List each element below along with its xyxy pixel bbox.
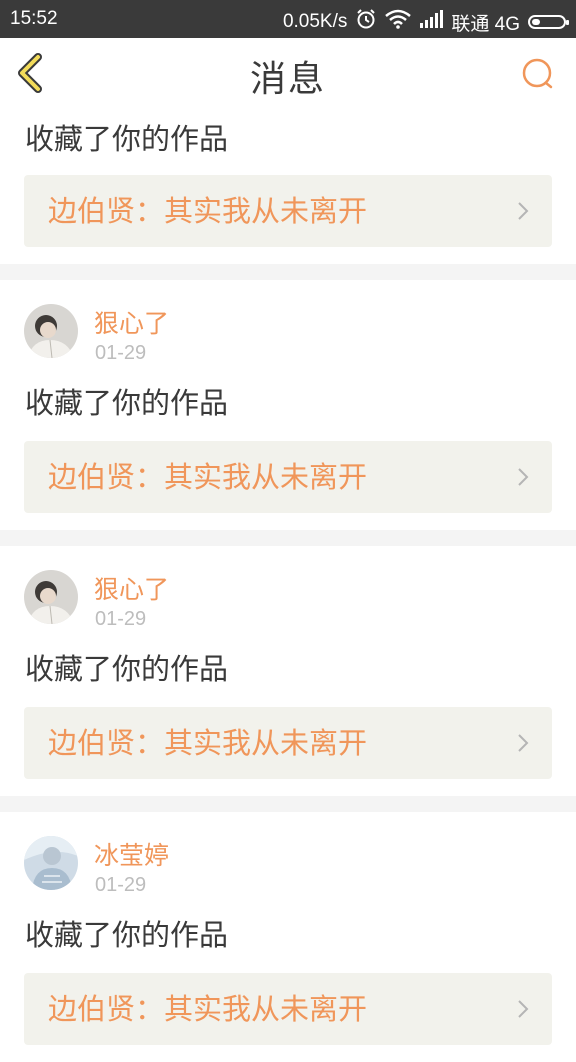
status-bar: 15:52 0.05K/s 联通 4G <box>0 0 576 38</box>
message-header: 狠心了 01-29 <box>0 546 576 641</box>
message-date: 01-29 <box>95 874 147 896</box>
message-action-text: 收藏了你的作品 <box>25 918 229 952</box>
chevron-right-icon <box>518 468 529 486</box>
battery-icon <box>528 15 569 29</box>
message-item: 冰莹婷 01-29 收藏了你的作品 边伯贤：其实我从未离开 <box>0 812 576 1062</box>
work-card[interactable]: 边伯贤：其实我从未离开 <box>24 707 552 779</box>
carrier-label: 联通 4G <box>451 13 520 35</box>
work-title: 边伯贤：其实我从未离开 <box>48 194 368 228</box>
net-speed: 0.05K/s <box>282 11 348 32</box>
chevron-right-icon <box>518 1000 529 1018</box>
avatar[interactable] <box>24 836 78 890</box>
message-action-text: 收藏了你的作品 <box>25 386 229 420</box>
search-button[interactable] <box>520 56 556 92</box>
status-time: 15:52 <box>10 8 58 29</box>
work-title: 边伯贤：其实我从未离开 <box>48 992 368 1026</box>
work-title: 边伯贤：其实我从未离开 <box>48 460 368 494</box>
username[interactable]: 狠心了 <box>94 570 169 606</box>
message-item: 狠心了 01-29 收藏了你的作品 边伯贤：其实我从未离开 <box>0 546 576 796</box>
chevron-right-icon <box>518 202 529 220</box>
username[interactable]: 冰莹婷 <box>94 836 169 872</box>
message-date: 01-29 <box>95 342 147 364</box>
work-card[interactable]: 边伯贤：其实我从未离开 <box>24 441 552 513</box>
message-header: 冰莹婷 01-29 <box>0 812 576 907</box>
page-title: 消息 <box>249 59 326 100</box>
message-item: 狠心了 01-29 收藏了你的作品 边伯贤：其实我从未离开 <box>0 280 576 530</box>
divider <box>0 796 576 812</box>
divider <box>0 264 576 280</box>
avatar[interactable] <box>24 304 78 358</box>
message-item: 收藏了你的作品 边伯贤：其实我从未离开 <box>0 98 576 264</box>
chevron-right-icon <box>518 734 529 752</box>
search-icon <box>522 58 553 89</box>
message-header: 狠心了 01-29 <box>0 280 576 375</box>
username[interactable]: 狠心了 <box>94 304 169 340</box>
work-card[interactable]: 边伯贤：其实我从未离开 <box>24 175 552 247</box>
wifi-icon <box>385 9 412 35</box>
message-action-text: 收藏了你的作品 <box>25 652 229 686</box>
divider <box>0 530 576 546</box>
avatar[interactable] <box>24 570 78 624</box>
status-right: 0.05K/s 联通 4G <box>282 8 569 36</box>
work-title: 边伯贤：其实我从未离开 <box>48 726 368 760</box>
message-action-text: 收藏了你的作品 <box>25 122 229 156</box>
work-card[interactable]: 边伯贤：其实我从未离开 <box>24 973 552 1045</box>
alarm-icon <box>355 8 377 36</box>
message-list: 收藏了你的作品 边伯贤：其实我从未离开 狠心了 01-29 收藏了你的作品 边伯… <box>0 98 576 1062</box>
signal-icon <box>419 10 444 34</box>
message-date: 01-29 <box>95 608 147 630</box>
